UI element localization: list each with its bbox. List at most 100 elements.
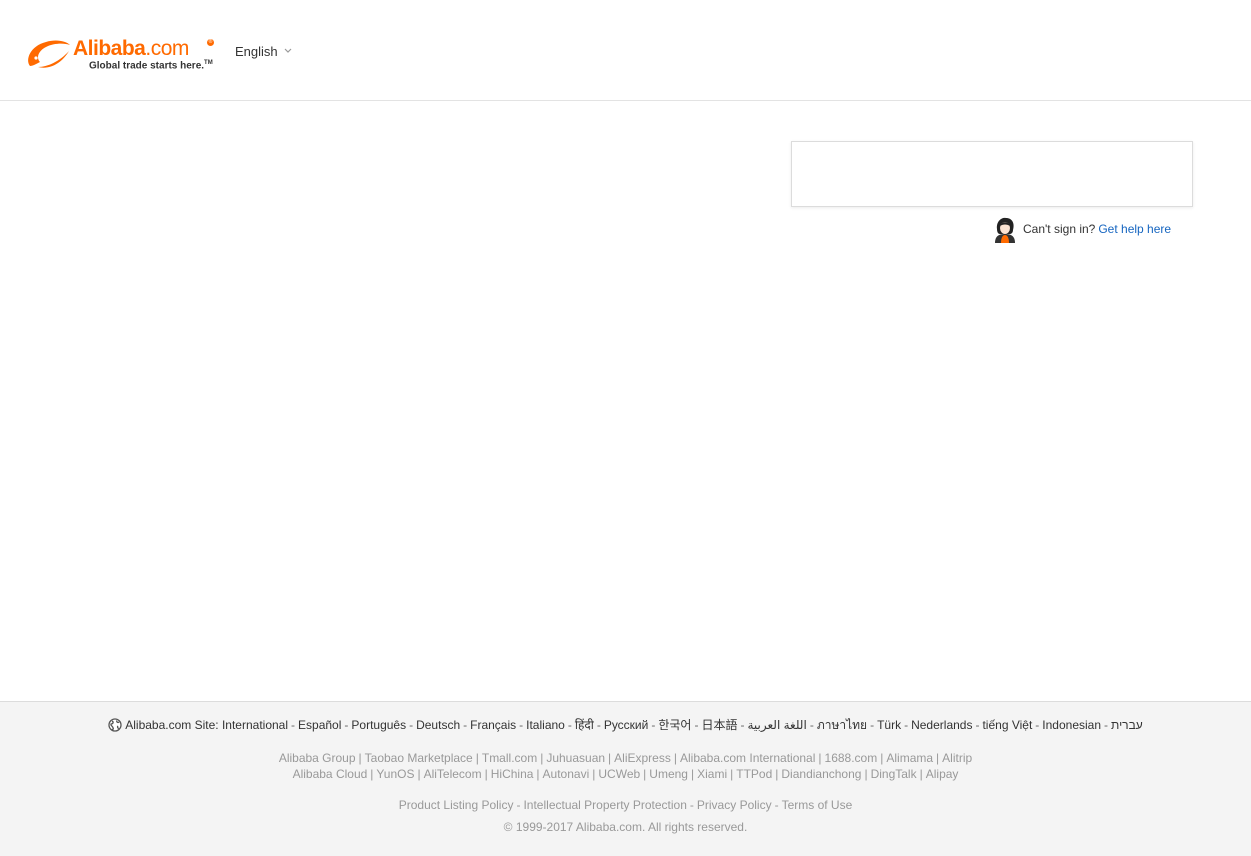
site-link[interactable]: اللغة العربية (747, 718, 806, 732)
group-links: Alibaba Group | Taobao Marketplace | Tmall.c… (0, 750, 1251, 782)
signin-help: Can't sign in? Get help here (991, 215, 1171, 243)
page-header: Alibaba.com ® Global trade starts here.T… (0, 0, 1251, 101)
group-link[interactable]: Umeng (649, 767, 688, 781)
support-agent-icon (995, 217, 1015, 243)
group-link[interactable]: Alitrip (942, 751, 972, 765)
logo-wordmark: Alibaba.com (73, 37, 189, 60)
site-link[interactable]: tiếng Việt (982, 718, 1032, 732)
policy-link[interactable]: Product Listing Policy (399, 798, 514, 812)
group-link[interactable]: Alipay (926, 767, 959, 781)
separator: - (1104, 718, 1109, 732)
separator: | (673, 751, 677, 765)
separator: - (1035, 718, 1040, 732)
group-link[interactable]: TTPod (736, 767, 772, 781)
separator: - (975, 718, 980, 732)
group-link[interactable]: Alibaba Cloud (293, 767, 368, 781)
site-link[interactable]: Nederlands (911, 718, 972, 732)
group-link[interactable]: Diandianchong (781, 767, 861, 781)
group-link[interactable]: Tmall.com (482, 751, 537, 765)
separator: | (818, 751, 822, 765)
site-link[interactable]: Italiano (526, 718, 565, 732)
separator: - (689, 798, 694, 812)
separator: - (774, 798, 779, 812)
separator: | (643, 767, 647, 781)
group-link[interactable]: Alibaba Group (279, 751, 356, 765)
policy-link[interactable]: Privacy Policy (697, 798, 772, 812)
separator: | (417, 767, 421, 781)
site-link[interactable]: 한국어 (658, 718, 691, 732)
separator: - (596, 718, 601, 732)
separator: - (809, 718, 814, 732)
site-link-list: International - Español - Português - Deutsch -… (222, 718, 1143, 732)
site-links: Alibaba.com Site: International - Español -… (0, 716, 1251, 735)
globe-icon (108, 718, 122, 732)
policy-link[interactable]: Terms of Use (782, 798, 853, 812)
group-link[interactable]: AliExpress (614, 751, 671, 765)
site-link[interactable]: Русский (604, 718, 649, 732)
separator: - (463, 718, 468, 732)
separator: | (919, 767, 923, 781)
group-link[interactable]: Juhuasuan (546, 751, 605, 765)
separator: - (567, 718, 572, 732)
policy-link[interactable]: Intellectual Property Protection (523, 798, 686, 812)
registered-mark: ® (207, 39, 214, 46)
separator: | (475, 751, 479, 765)
site-link[interactable]: Indonesian (1042, 718, 1101, 732)
group-link[interactable]: 1688.com (825, 751, 878, 765)
site-link[interactable]: Français (470, 718, 516, 732)
group-link[interactable]: Taobao Marketplace (365, 751, 473, 765)
site-link[interactable]: Deutsch (416, 718, 460, 732)
page-footer: Alibaba.com Site: International - Español -… (0, 701, 1251, 856)
separator: - (740, 718, 745, 732)
login-form-frame[interactable] (791, 141, 1193, 207)
site-link[interactable]: עברית (1111, 718, 1143, 732)
site-link[interactable]: ภาษาไทย (817, 718, 867, 732)
get-help-link[interactable]: Get help here (1098, 222, 1171, 236)
group-link[interactable]: AliTelecom (424, 767, 482, 781)
group-link[interactable]: Alimama (886, 751, 933, 765)
group-links-row-2: Alibaba Cloud | YunOS | AliTelecom | HiChina | A… (0, 766, 1251, 782)
separator: | (880, 751, 884, 765)
separator: | (592, 767, 596, 781)
separator: | (536, 767, 540, 781)
group-link[interactable]: HiChina (491, 767, 534, 781)
separator: | (608, 751, 612, 765)
help-prefix: Can't sign in? (1023, 222, 1096, 236)
separator: - (409, 718, 414, 732)
group-link[interactable]: Alibaba.com International (680, 751, 815, 765)
site-link[interactable]: Türk (877, 718, 901, 732)
site-link[interactable]: 日本語 (701, 718, 737, 732)
separator: | (936, 751, 940, 765)
separator: - (344, 718, 349, 732)
group-link[interactable]: UCWeb (598, 767, 640, 781)
copyright: © 1999-2017 Alibaba.com. All rights rese… (503, 820, 748, 834)
site-link[interactable]: हिंदी (575, 718, 594, 732)
separator: - (291, 718, 296, 732)
language-label: English (235, 44, 278, 59)
separator: - (904, 718, 909, 732)
group-link[interactable]: DingTalk (871, 767, 917, 781)
logo-tagline: Global trade starts here.TM (89, 60, 213, 72)
site-link[interactable]: Español (298, 718, 341, 732)
separator: | (358, 751, 362, 765)
group-links-row-1: Alibaba Group | Taobao Marketplace | Tmall.c… (0, 750, 1251, 766)
site-link[interactable]: Português (351, 718, 406, 732)
separator: - (519, 718, 524, 732)
separator: - (870, 718, 875, 732)
language-selector[interactable]: English (235, 44, 292, 59)
separator: | (864, 767, 868, 781)
group-link[interactable]: Xiami (697, 767, 727, 781)
separator: | (540, 751, 544, 765)
policy-links: Product Listing Policy - Intellectual Prop… (0, 798, 1251, 812)
alibaba-logo[interactable]: Alibaba.com ® Global trade starts here.T… (24, 36, 224, 76)
group-link[interactable]: Autonavi (543, 767, 590, 781)
separator: - (651, 718, 656, 732)
site-label: Alibaba.com Site: (125, 718, 219, 732)
alibaba-smile-icon (28, 40, 70, 68)
chevron-down-icon (284, 48, 292, 53)
separator: - (516, 798, 521, 812)
separator: | (484, 767, 488, 781)
group-link[interactable]: YunOS (376, 767, 414, 781)
separator: - (694, 718, 699, 732)
site-link[interactable]: International (222, 718, 288, 732)
